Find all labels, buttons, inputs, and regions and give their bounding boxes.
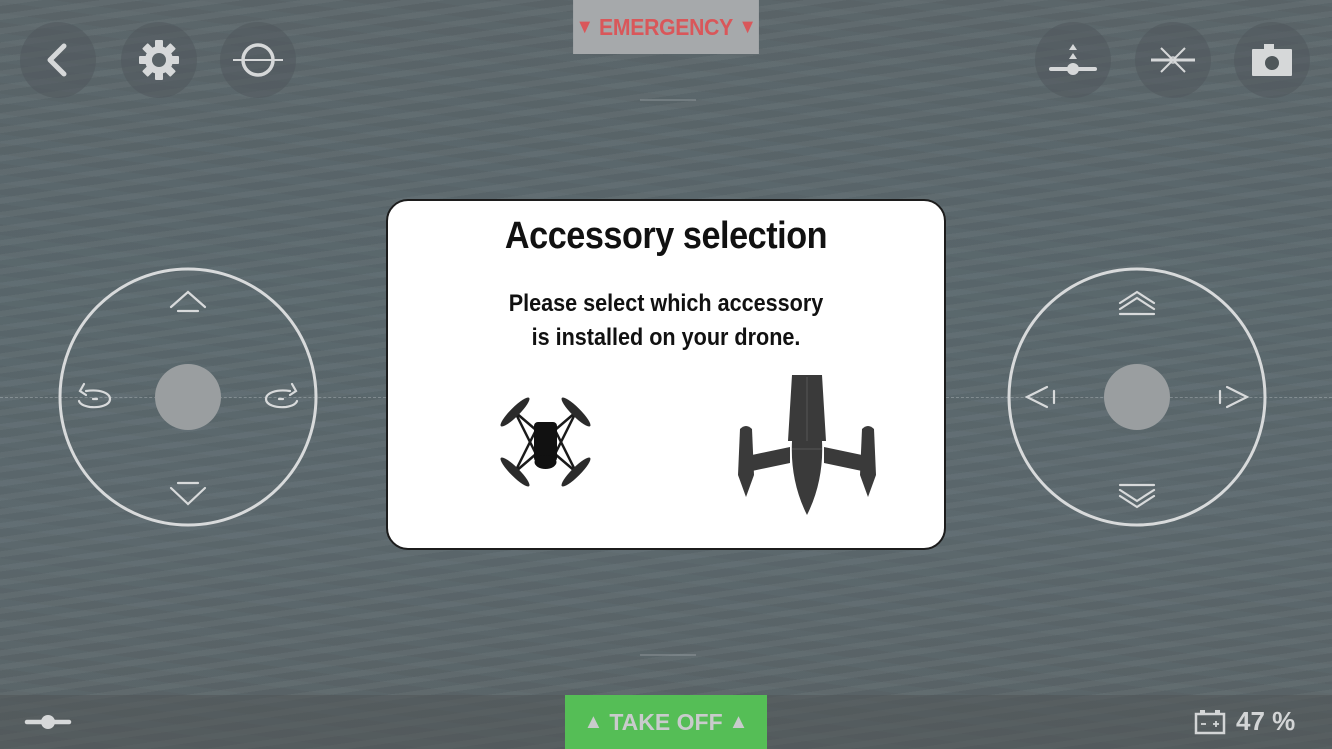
battery-icon [1194, 709, 1226, 734]
hydrofoil-option[interactable] [732, 371, 882, 519]
battery-percent: 47 % [1236, 706, 1296, 736]
settings-button[interactable] [121, 22, 197, 98]
top-horizon-marker [640, 99, 696, 101]
dialog-message: Please select which accessory is install… [416, 287, 916, 355]
horizon-calibration-button[interactable] [220, 22, 296, 98]
quadcopter-icon [500, 397, 591, 487]
horizon-circle-icon [233, 43, 283, 77]
quadcopter-option[interactable] [488, 387, 603, 497]
emergency-button[interactable]: ▼ EMERGENCY ▼ [573, 0, 759, 54]
left-joystick-thumb[interactable] [155, 364, 221, 430]
back-button[interactable] [20, 22, 96, 98]
camera-icon [1252, 44, 1292, 76]
emergency-label: EMERGENCY [599, 13, 733, 40]
altitude-up-icon [1049, 44, 1097, 75]
battery-status: 47 % [1194, 706, 1295, 737]
accessory-selection-dialog: Accessory selection Please select which … [386, 199, 946, 550]
strafe-right-icon[interactable] [1218, 385, 1250, 409]
chevron-left-icon [47, 43, 67, 77]
left-joystick[interactable] [58, 267, 318, 527]
right-joystick-thumb[interactable] [1104, 364, 1170, 430]
takeoff-button[interactable]: ▲ TAKE OFF ▲ [565, 695, 767, 749]
throttle-down-icon[interactable] [169, 481, 207, 506]
trim-slider-button[interactable] [24, 711, 72, 738]
hydrofoil-boat-icon [738, 375, 876, 515]
dialog-message-line2: is installed on your drone. [531, 324, 801, 351]
right-joystick[interactable] [1007, 267, 1267, 527]
takeoff-arrow-left-icon: ▲ [583, 710, 604, 733]
strafe-left-icon[interactable] [1024, 385, 1056, 409]
throttle-up-icon[interactable] [169, 290, 207, 313]
altitude-button[interactable] [1035, 22, 1111, 98]
camera-button[interactable] [1234, 22, 1310, 98]
slider-icon [24, 715, 72, 729]
emergency-arrow-left-icon: ▼ [575, 15, 594, 38]
forward-icon[interactable] [1118, 290, 1156, 316]
dialog-message-line1: Please select which accessory [508, 290, 824, 317]
bottom-horizon-marker [640, 654, 696, 656]
propeller-mode-button[interactable] [1135, 22, 1211, 98]
dialog-title: Accessory selection [504, 215, 828, 257]
emergency-arrow-right-icon: ▼ [738, 15, 757, 38]
takeoff-arrow-right-icon: ▲ [728, 710, 749, 733]
gear-icon [139, 40, 179, 80]
backward-icon[interactable] [1118, 483, 1156, 509]
rotate-right-icon[interactable] [264, 382, 299, 409]
takeoff-label: TAKE OFF [609, 708, 723, 735]
propeller-cross-icon [1151, 47, 1195, 73]
rotate-left-icon[interactable] [77, 382, 112, 409]
